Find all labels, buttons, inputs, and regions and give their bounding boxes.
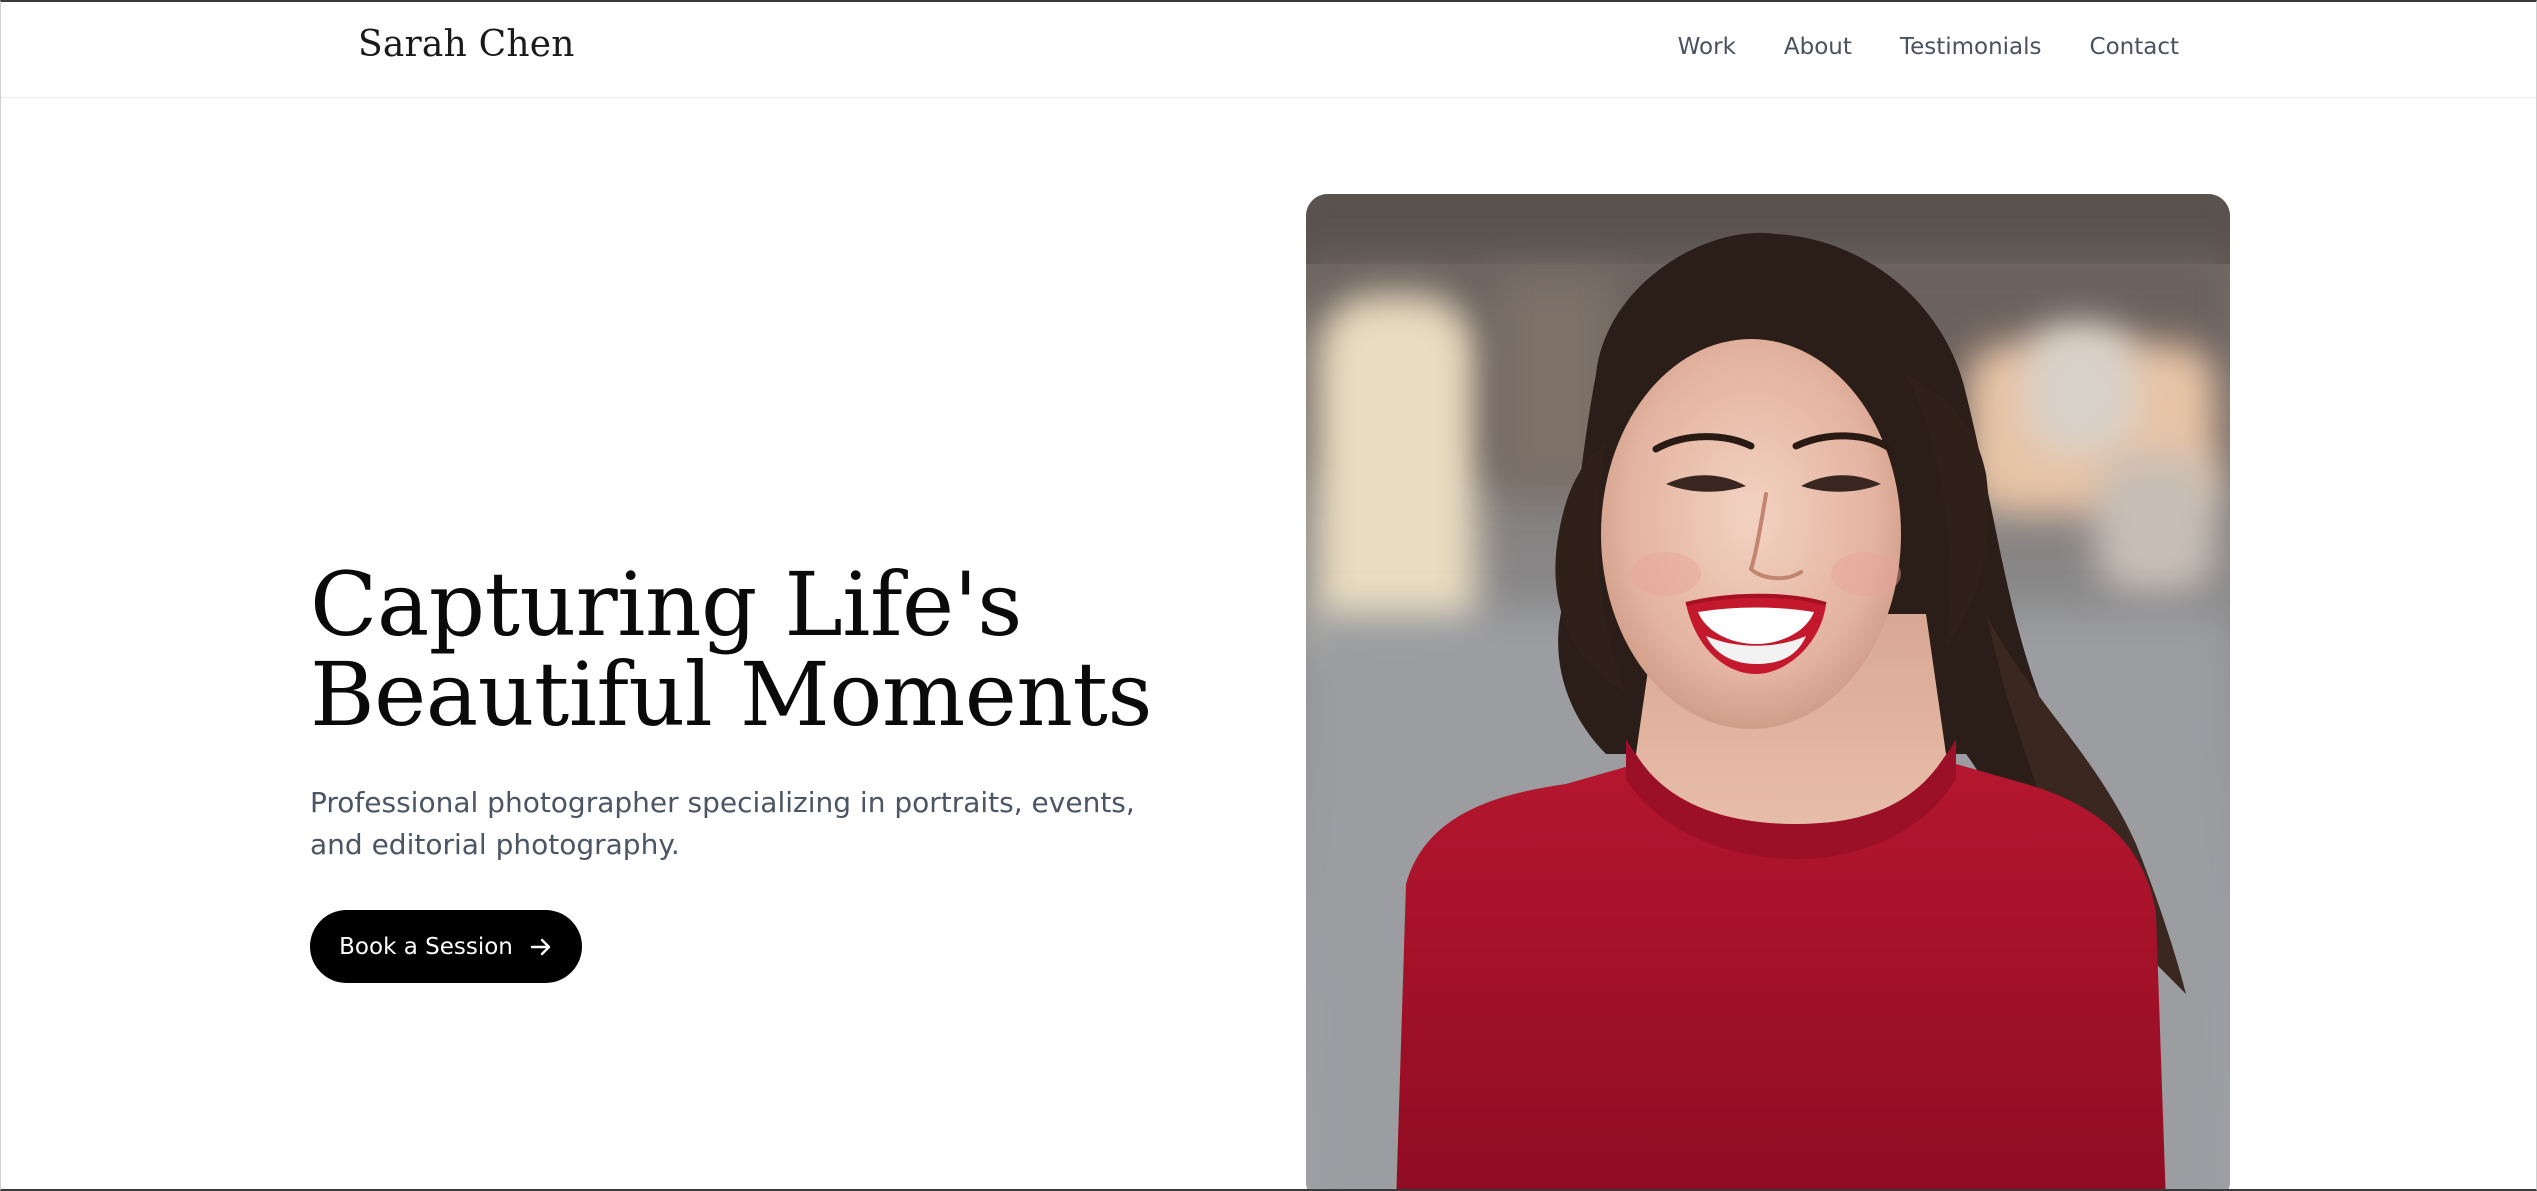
hero-title-line-1: Capturing Life's: [310, 553, 1022, 656]
nav-link-testimonials[interactable]: Testimonials: [1900, 34, 2042, 60]
hero-portrait-image: [1306, 194, 2230, 1189]
nav-link-work[interactable]: Work: [1678, 34, 1736, 60]
nav-link-contact[interactable]: Contact: [2090, 34, 2179, 60]
page: Sarah Chen Work About Testimonials Conta…: [0, 0, 2537, 1191]
book-session-label: Book a Session: [339, 933, 513, 960]
book-session-button[interactable]: Book a Session: [310, 910, 582, 983]
hero-subtitle: Professional photographer specializing i…: [310, 786, 1135, 861]
site-header: Sarah Chen Work About Testimonials Conta…: [1, 2, 2536, 98]
nav-link-about[interactable]: About: [1784, 34, 1852, 60]
brand-logo[interactable]: Sarah Chen: [358, 24, 575, 65]
arrow-right-icon: [529, 935, 553, 959]
hero-title-line-2: Beautiful Moments: [310, 643, 1153, 746]
hero-title: Capturing Life's Beautiful Moments: [310, 560, 1210, 740]
main-nav: Work About Testimonials Contact: [1678, 34, 2179, 60]
portrait-photo-illustration: [1306, 194, 2230, 1189]
